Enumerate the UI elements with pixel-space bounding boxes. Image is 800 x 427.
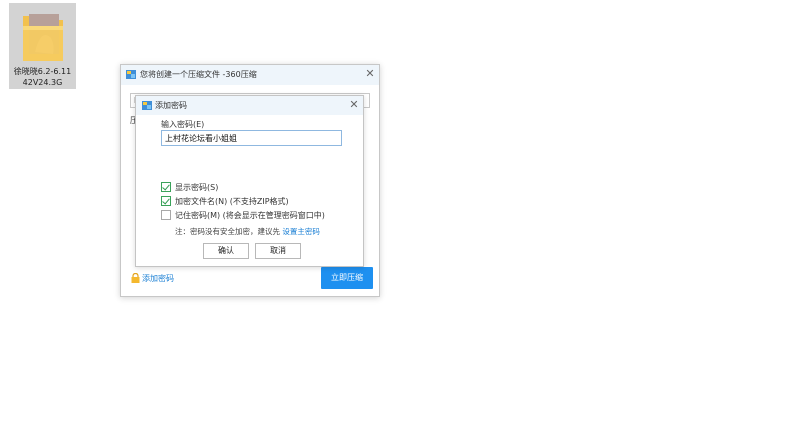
set-master-password-link[interactable]: 设置主密码	[282, 227, 320, 236]
note-text: 注：密码没有安全加密，建议先	[175, 227, 283, 236]
remember-password-checkbox[interactable]	[161, 210, 171, 220]
show-password-option[interactable]: 显示密码(S)	[161, 182, 218, 193]
main-titlebar[interactable]: 您将创建一个压缩文件 -360压缩 ✕	[121, 65, 379, 85]
add-password-dialog: 添加密码 ✕ 输入密码(E) 显示密码(S) 加密文件名(N) (不支持ZIP格…	[135, 95, 364, 267]
confirm-button[interactable]: 确认	[203, 243, 249, 259]
password-input-label: 输入密码(E)	[161, 120, 205, 129]
password-dialog-title: 添加密码	[155, 101, 187, 110]
show-password-checkbox[interactable]	[161, 182, 171, 192]
remember-password-option[interactable]: 记住密码(M) (将会显示在管理密码窗口中)	[161, 210, 325, 221]
archive-icon	[126, 70, 136, 79]
encrypt-filename-label: 加密文件名(N) (不支持ZIP格式)	[175, 197, 289, 206]
desktop-folder-item[interactable]: 徐晓晓6.2-6.11 42V24.3G	[9, 3, 76, 89]
encrypt-filename-option[interactable]: 加密文件名(N) (不支持ZIP格式)	[161, 196, 289, 207]
cancel-button[interactable]: 取消	[255, 243, 301, 259]
folder-thumbnail-icon	[23, 14, 63, 61]
encrypt-filename-checkbox[interactable]	[161, 196, 171, 206]
add-password-link[interactable]: 添加密码	[131, 273, 174, 284]
security-note: 注：密码没有安全加密，建议先 设置主密码	[175, 226, 320, 237]
show-password-label: 显示密码(S)	[175, 183, 219, 192]
lock-icon	[131, 273, 140, 283]
add-password-label: 添加密码	[142, 274, 174, 283]
remember-password-label: 记住密码(M) (将会显示在管理密码窗口中)	[175, 211, 325, 220]
icon-label-line2: 42V24.3G	[22, 78, 63, 87]
icon-label-line1: 徐晓晓6.2-6.11	[13, 67, 72, 76]
main-dialog-title: 您将创建一个压缩文件 -360压缩	[140, 70, 257, 79]
password-titlebar[interactable]: 添加密码 ✕	[136, 96, 363, 115]
archive-icon	[142, 101, 152, 110]
password-input[interactable]	[161, 130, 342, 146]
desktop-icon-label: 徐晓晓6.2-6.11 42V24.3G	[9, 66, 76, 88]
close-icon[interactable]: ✕	[348, 99, 360, 111]
compress-now-button[interactable]: 立即压缩	[321, 267, 373, 289]
close-icon[interactable]: ✕	[364, 68, 376, 80]
